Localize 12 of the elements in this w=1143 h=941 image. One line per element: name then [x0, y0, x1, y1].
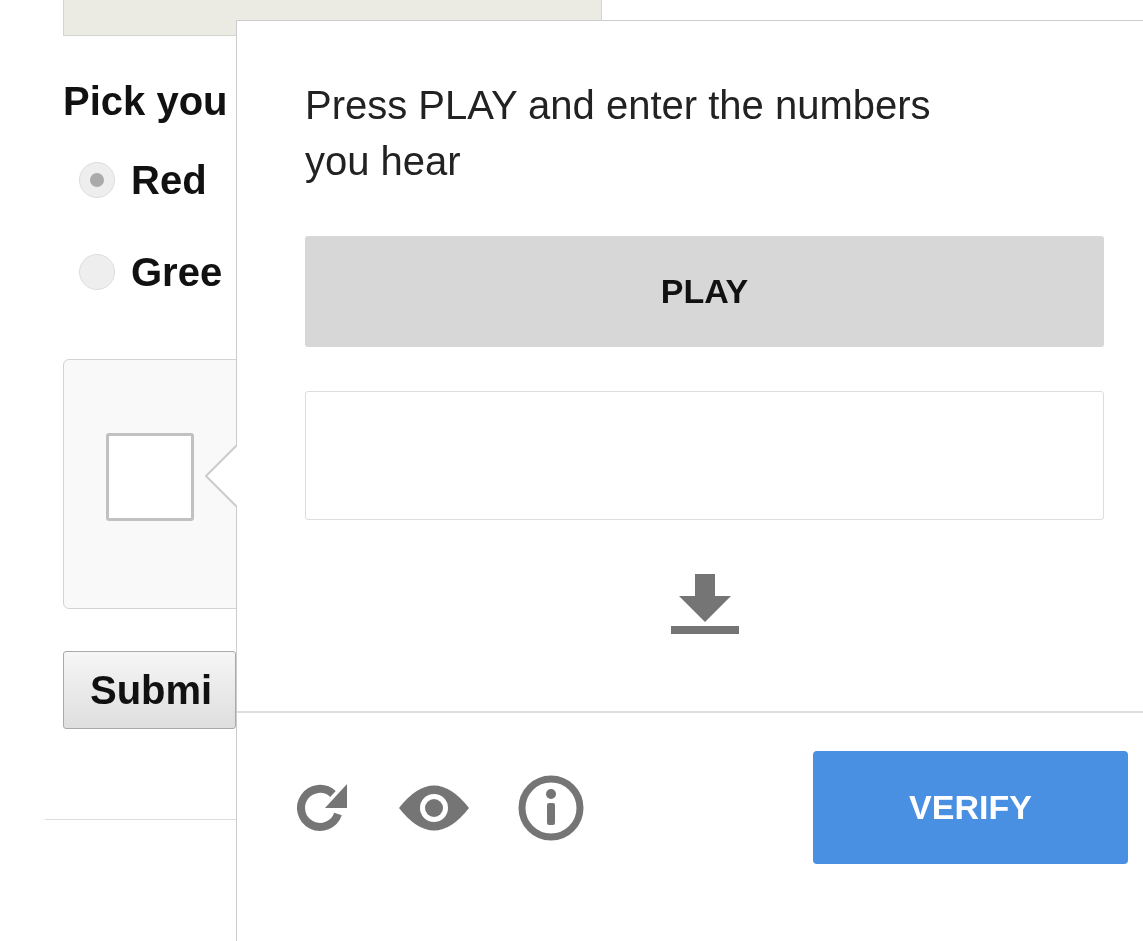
form-heading: Pick you: [63, 79, 229, 125]
info-icon[interactable]: [517, 773, 585, 842]
checkbox[interactable]: [106, 433, 194, 521]
instruction-text: Press PLAY and enter the numbers you hear: [305, 82, 932, 185]
radio-label: Gree: [131, 249, 223, 295]
radio-button[interactable]: [79, 254, 115, 290]
submit-button[interactable]: Submi: [63, 651, 236, 729]
play-button[interactable]: PLAY: [305, 236, 1104, 347]
answer-field[interactable]: [305, 391, 1104, 520]
download-icon[interactable]: [668, 574, 741, 636]
radio-label: Red: [131, 157, 207, 203]
radio-button[interactable]: [79, 162, 115, 198]
